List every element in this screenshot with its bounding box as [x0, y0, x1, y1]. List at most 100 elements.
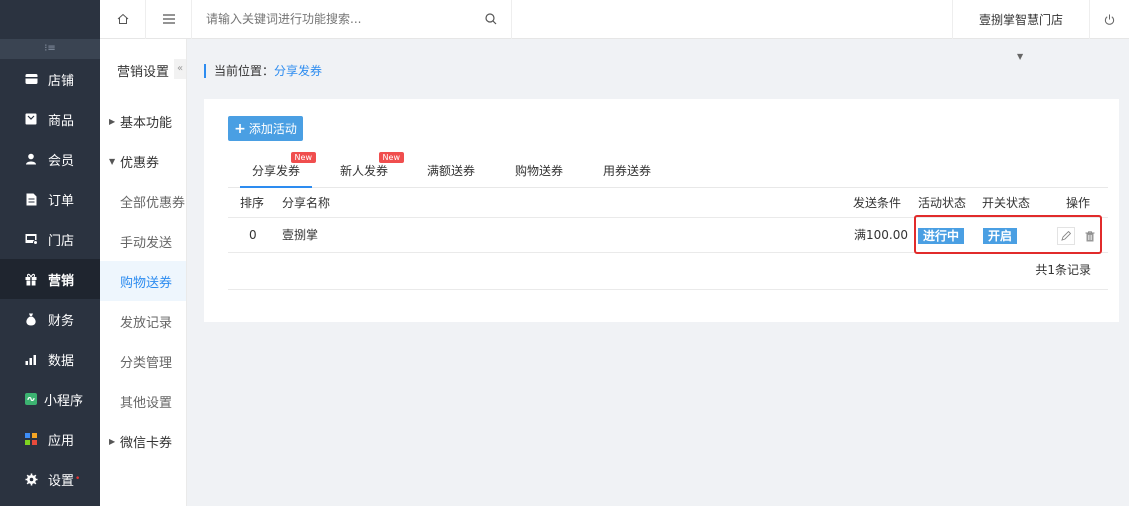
total-records: 共1条记录 — [228, 253, 1108, 290]
tab-label: 新人发券 — [339, 164, 388, 178]
sub-sidebar-title-text: 营销设置 — [116, 64, 169, 80]
caret-down-icon: ▼ — [109, 156, 116, 166]
nav-item-goods[interactable]: 商品 — [0, 99, 100, 139]
nav-item-member[interactable]: 会员 — [0, 139, 100, 179]
nav-item-label: 会员 — [48, 153, 75, 169]
table-header: 排序 分享名称 发送条件 活动状态 开关状态 操作 — [228, 188, 1108, 218]
content-card: + 添加活动 分享发券 New 新人发券 New 满额送券 购物送券 用券送券 … — [204, 99, 1119, 322]
order-icon — [24, 192, 38, 206]
plus-icon: + — [234, 120, 246, 137]
tab-share-coupon[interactable]: 分享发券 New — [240, 152, 316, 188]
sub-item-manual-send[interactable]: 手动发送 — [100, 221, 186, 261]
nav-item-apps[interactable]: 应用 — [0, 419, 100, 459]
cell-condition: 满100.00 — [854, 228, 908, 242]
sub-item-all-coupons[interactable]: 全部优惠券 — [100, 181, 186, 221]
nav-item-data[interactable]: 数据 — [0, 339, 100, 379]
nav-item-store[interactable]: 店铺 — [0, 59, 100, 99]
tab-newcomer-coupon[interactable]: 新人发券 New — [336, 152, 404, 188]
nav-item-label: 店铺 — [48, 73, 75, 89]
notification-dot: • — [75, 474, 81, 484]
sub-sidebar: 营销设置 « ▶ 基本功能 ▼ 优惠券 全部优惠券 手动发送 购物送券 发放记录… — [100, 39, 187, 506]
sub-item-other-settings[interactable]: 其他设置 — [100, 381, 186, 421]
menu-button[interactable] — [146, 0, 192, 39]
sub-group-basic[interactable]: ▶ 基本功能 — [100, 101, 186, 141]
new-badge: New — [290, 152, 316, 163]
nav-item-finance[interactable]: 财务 — [0, 299, 100, 339]
tab-label: 满额送券 — [426, 164, 475, 178]
caret-right-icon: ▶ — [109, 436, 116, 446]
highlight-box — [914, 215, 1102, 254]
col-switch-status: 开关状态 — [982, 196, 1031, 210]
col-activity-status: 活动状态 — [918, 196, 967, 210]
mini-program-icon — [24, 392, 38, 406]
add-activity-button[interactable]: + 添加活动 — [228, 116, 303, 141]
sub-group-wechat[interactable]: ▶ 微信卡券 — [100, 421, 186, 461]
sub-group-label: 微信卡券 — [120, 435, 173, 451]
member-icon — [24, 152, 38, 166]
search-box — [192, 0, 512, 39]
add-activity-label: 添加活动 — [248, 122, 297, 136]
tab-bar: 分享发券 New 新人发券 New 满额送券 购物送券 用券送券 — [228, 152, 1108, 188]
nav-item-label: 应用 — [48, 433, 75, 449]
nav-item-label: 商品 — [48, 113, 75, 129]
bar-chart-icon — [24, 352, 38, 366]
sub-item-category[interactable]: 分类管理 — [100, 341, 186, 381]
sub-group-label: 优惠券 — [120, 155, 160, 171]
main-nav: ⁝≡ 店铺 商品 会员 订单 门店 营销 财务 数据 小程序 应用 设置 • — [0, 0, 100, 506]
nav-item-label: 设置 — [48, 473, 75, 489]
logout-button[interactable] — [1089, 0, 1129, 39]
nav-item-label: 数据 — [48, 353, 75, 369]
logo-area — [0, 0, 100, 39]
cell-name: 壹捌掌 — [282, 228, 319, 242]
nav-collapse-toggle[interactable]: ⁝≡ — [0, 39, 100, 59]
col-condition: 发送条件 — [853, 196, 902, 210]
col-sort: 排序 — [240, 196, 265, 210]
col-name: 分享名称 — [282, 196, 331, 210]
new-badge: New — [378, 152, 404, 163]
nav-item-order[interactable]: 订单 — [0, 179, 100, 219]
breadcrumb-prefix: 当前位置： — [214, 64, 275, 78]
sub-group-label: 基本功能 — [120, 115, 173, 131]
col-actions: 操作 — [1066, 196, 1091, 210]
nav-item-label: 小程序 — [44, 393, 84, 409]
sub-item-shopping-coupon[interactable]: 购物送券 — [100, 261, 186, 301]
cell-sort: 0 — [249, 228, 257, 242]
sub-group-coupon[interactable]: ▼ 优惠券 — [100, 141, 186, 181]
gear-icon — [24, 472, 38, 486]
home-button[interactable] — [100, 0, 146, 39]
nav-item-miniprogram[interactable]: 小程序 — [0, 379, 100, 419]
goods-icon — [24, 112, 38, 126]
tab-use-coupon[interactable]: 用券送券 — [599, 156, 655, 188]
sub-sidebar-collapse-button[interactable]: « — [174, 59, 186, 79]
chevron-down-icon[interactable]: ▼ — [1017, 52, 1023, 61]
power-icon — [1104, 13, 1115, 25]
tab-shopping-coupon[interactable]: 购物送券 — [511, 156, 567, 188]
sub-item-issue-records[interactable]: 发放记录 — [100, 301, 186, 341]
nav-item-label: 营销 — [48, 273, 75, 289]
sub-sidebar-title: 营销设置 « — [100, 39, 186, 101]
top-bar: 壹捌掌智慧门店 — [100, 0, 1129, 39]
nav-item-label: 门店 — [48, 233, 75, 249]
nav-item-shop[interactable]: 门店 — [0, 219, 100, 259]
caret-right-icon: ▶ — [109, 116, 116, 126]
tab-full-amount-coupon[interactable]: 满额送券 — [423, 156, 479, 188]
shop-icon — [24, 232, 38, 246]
tab-label: 用券送券 — [602, 164, 651, 178]
breadcrumb-current[interactable]: 分享发券 — [274, 64, 322, 78]
tab-label: 分享发券 — [251, 164, 300, 178]
gift-icon — [24, 272, 38, 286]
nav-item-label: 订单 — [48, 193, 75, 209]
home-icon — [117, 13, 128, 24]
nav-item-settings[interactable]: 设置 • — [0, 459, 100, 499]
store-icon — [24, 72, 38, 86]
nav-item-marketing[interactable]: 营销 — [0, 259, 100, 299]
search-icon[interactable] — [485, 13, 497, 25]
menu-icon — [162, 14, 175, 24]
nav-item-label: 财务 — [48, 313, 75, 329]
money-bag-icon — [24, 312, 38, 326]
breadcrumb: 当前位置：分享发券 — [204, 64, 322, 78]
apps-icon — [24, 432, 38, 446]
store-name[interactable]: 壹捌掌智慧门店 — [951, 0, 1089, 39]
tab-label: 购物送券 — [514, 164, 563, 178]
search-input[interactable] — [206, 12, 466, 26]
